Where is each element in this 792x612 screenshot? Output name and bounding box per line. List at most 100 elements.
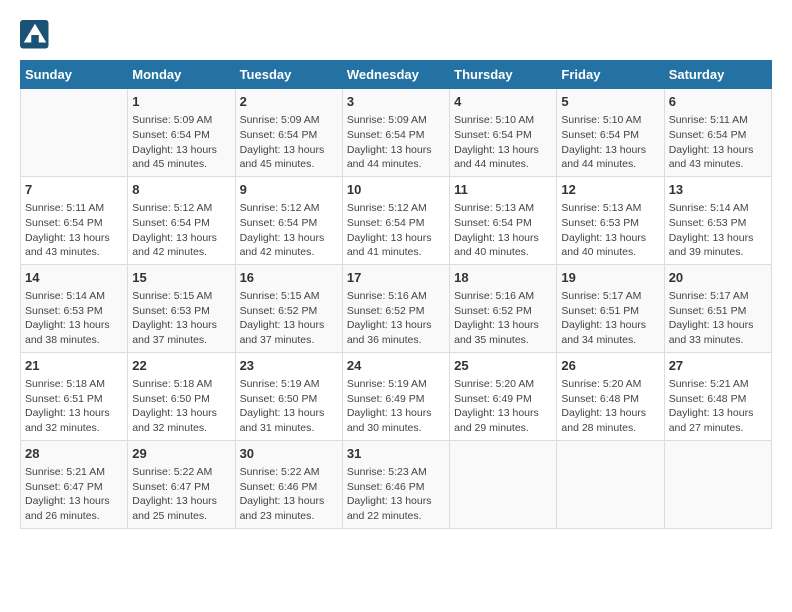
day-number: 4 — [454, 93, 552, 111]
calendar-cell — [21, 89, 128, 177]
day-content: Sunrise: 5:20 AM Sunset: 6:48 PM Dayligh… — [561, 377, 659, 436]
calendar-cell: 13Sunrise: 5:14 AM Sunset: 6:53 PM Dayli… — [664, 176, 771, 264]
day-content: Sunrise: 5:13 AM Sunset: 6:54 PM Dayligh… — [454, 201, 552, 260]
calendar-cell: 3 Sunrise: 5:09 AM Sunset: 6:54 PM Daylig… — [342, 89, 449, 177]
calendar-cell: 15 Sunrise: 5:15 AM Sunset: 6:53 PM Dayli… — [128, 264, 235, 352]
week-row-5: 28 Sunrise: 5:21 AM Sunset: 6:47 PM Dayli… — [21, 440, 772, 528]
header-cell-monday: Monday — [128, 61, 235, 89]
day-number: 29 — [132, 445, 230, 463]
day-number: 14 — [25, 269, 123, 287]
day-content: Sunrise: 5:11 AM Sunset: 6:54 PM Dayligh… — [669, 113, 767, 172]
calendar-header: SundayMondayTuesdayWednesdayThursdayFrid… — [21, 61, 772, 89]
day-number: 7 — [25, 181, 123, 199]
header-cell-friday: Friday — [557, 61, 664, 89]
day-content: Sunrise: 5:10 AM Sunset: 6:54 PM Dayligh… — [561, 113, 659, 172]
day-number: 5 — [561, 93, 659, 111]
day-content: Sunrise: 5:21 AM Sunset: 6:47 PM Dayligh… — [25, 465, 123, 524]
day-number: 12 — [561, 181, 659, 199]
header-cell-wednesday: Wednesday — [342, 61, 449, 89]
day-content: Sunrise: 5:17 AM Sunset: 6:51 PM Dayligh… — [669, 289, 767, 348]
day-content: Sunrise: 5:15 AM Sunset: 6:53 PM Dayligh… — [132, 289, 230, 348]
calendar-cell: 31 Sunrise: 5:23 AM Sunset: 6:46 PM Dayli… — [342, 440, 449, 528]
week-row-4: 21Sunrise: 5:18 AM Sunset: 6:51 PM Dayli… — [21, 352, 772, 440]
calendar-cell: 20 Sunrise: 5:17 AM Sunset: 6:51 PM Dayli… — [664, 264, 771, 352]
page-header — [20, 20, 772, 50]
day-number: 11 — [454, 181, 552, 199]
day-number: 24 — [347, 357, 445, 375]
calendar-cell: 28 Sunrise: 5:21 AM Sunset: 6:47 PM Dayli… — [21, 440, 128, 528]
calendar-cell: 11 Sunrise: 5:13 AM Sunset: 6:54 PM Dayli… — [450, 176, 557, 264]
day-content: Sunrise: 5:19 AM Sunset: 6:49 PM Dayligh… — [347, 377, 445, 436]
calendar-table: SundayMondayTuesdayWednesdayThursdayFrid… — [20, 60, 772, 529]
calendar-cell: 9Sunrise: 5:12 AM Sunset: 6:54 PM Daylig… — [235, 176, 342, 264]
day-number: 6 — [669, 93, 767, 111]
day-number: 31 — [347, 445, 445, 463]
day-content: Sunrise: 5:23 AM Sunset: 6:46 PM Dayligh… — [347, 465, 445, 524]
day-number: 27 — [669, 357, 767, 375]
day-content: Sunrise: 5:14 AM Sunset: 6:53 PM Dayligh… — [25, 289, 123, 348]
calendar-cell: 14 Sunrise: 5:14 AM Sunset: 6:53 PM Dayli… — [21, 264, 128, 352]
calendar-cell: 19 Sunrise: 5:17 AM Sunset: 6:51 PM Dayli… — [557, 264, 664, 352]
calendar-cell — [557, 440, 664, 528]
day-number: 8 — [132, 181, 230, 199]
day-number: 23 — [240, 357, 338, 375]
header-cell-saturday: Saturday — [664, 61, 771, 89]
day-content: Sunrise: 5:10 AM Sunset: 6:54 PM Dayligh… — [454, 113, 552, 172]
calendar-cell: 22 Sunrise: 5:18 AM Sunset: 6:50 PM Dayli… — [128, 352, 235, 440]
day-number: 1 — [132, 93, 230, 111]
day-number: 20 — [669, 269, 767, 287]
day-content: Sunrise: 5:16 AM Sunset: 6:52 PM Dayligh… — [454, 289, 552, 348]
logo-icon — [20, 20, 50, 50]
calendar-cell: 25Sunrise: 5:20 AM Sunset: 6:49 PM Dayli… — [450, 352, 557, 440]
calendar-cell: 2 Sunrise: 5:09 AM Sunset: 6:54 PM Daylig… — [235, 89, 342, 177]
calendar-cell: 26 Sunrise: 5:20 AM Sunset: 6:48 PM Dayli… — [557, 352, 664, 440]
week-row-2: 7 Sunrise: 5:11 AM Sunset: 6:54 PM Daylig… — [21, 176, 772, 264]
day-content: Sunrise: 5:22 AM Sunset: 6:47 PM Dayligh… — [132, 465, 230, 524]
day-content: Sunrise: 5:17 AM Sunset: 6:51 PM Dayligh… — [561, 289, 659, 348]
week-row-1: 1 Sunrise: 5:09 AM Sunset: 6:54 PM Daylig… — [21, 89, 772, 177]
day-content: Sunrise: 5:22 AM Sunset: 6:46 PM Dayligh… — [240, 465, 338, 524]
calendar-cell: 10 Sunrise: 5:12 AM Sunset: 6:54 PM Dayli… — [342, 176, 449, 264]
day-content: Sunrise: 5:11 AM Sunset: 6:54 PM Dayligh… — [25, 201, 123, 260]
day-number: 10 — [347, 181, 445, 199]
day-content: Sunrise: 5:18 AM Sunset: 6:51 PM Dayligh… — [25, 377, 123, 436]
calendar-cell — [450, 440, 557, 528]
header-cell-tuesday: Tuesday — [235, 61, 342, 89]
day-content: Sunrise: 5:18 AM Sunset: 6:50 PM Dayligh… — [132, 377, 230, 436]
header-cell-thursday: Thursday — [450, 61, 557, 89]
calendar-cell: 24 Sunrise: 5:19 AM Sunset: 6:49 PM Dayli… — [342, 352, 449, 440]
calendar-cell: 12 Sunrise: 5:13 AM Sunset: 6:53 PM Dayli… — [557, 176, 664, 264]
day-number: 28 — [25, 445, 123, 463]
day-number: 2 — [240, 93, 338, 111]
day-content: Sunrise: 5:12 AM Sunset: 6:54 PM Dayligh… — [347, 201, 445, 260]
day-content: Sunrise: 5:12 AM Sunset: 6:54 PM Dayligh… — [240, 201, 338, 260]
day-content: Sunrise: 5:09 AM Sunset: 6:54 PM Dayligh… — [240, 113, 338, 172]
day-number: 15 — [132, 269, 230, 287]
day-number: 22 — [132, 357, 230, 375]
day-content: Sunrise: 5:16 AM Sunset: 6:52 PM Dayligh… — [347, 289, 445, 348]
calendar-cell: 16Sunrise: 5:15 AM Sunset: 6:52 PM Dayli… — [235, 264, 342, 352]
day-number: 26 — [561, 357, 659, 375]
header-cell-sunday: Sunday — [21, 61, 128, 89]
day-number: 3 — [347, 93, 445, 111]
week-row-3: 14 Sunrise: 5:14 AM Sunset: 6:53 PM Dayli… — [21, 264, 772, 352]
calendar-cell: 6 Sunrise: 5:11 AM Sunset: 6:54 PM Daylig… — [664, 89, 771, 177]
day-number: 19 — [561, 269, 659, 287]
calendar-cell: 27 Sunrise: 5:21 AM Sunset: 6:48 PM Dayli… — [664, 352, 771, 440]
day-content: Sunrise: 5:21 AM Sunset: 6:48 PM Dayligh… — [669, 377, 767, 436]
day-number: 25 — [454, 357, 552, 375]
calendar-cell: 23Sunrise: 5:19 AM Sunset: 6:50 PM Dayli… — [235, 352, 342, 440]
calendar-cell: 17 Sunrise: 5:16 AM Sunset: 6:52 PM Dayli… — [342, 264, 449, 352]
day-content: Sunrise: 5:13 AM Sunset: 6:53 PM Dayligh… — [561, 201, 659, 260]
calendar-body: 1 Sunrise: 5:09 AM Sunset: 6:54 PM Daylig… — [21, 89, 772, 529]
day-number: 17 — [347, 269, 445, 287]
day-number: 30 — [240, 445, 338, 463]
calendar-cell: 8 Sunrise: 5:12 AM Sunset: 6:54 PM Daylig… — [128, 176, 235, 264]
header-row: SundayMondayTuesdayWednesdayThursdayFrid… — [21, 61, 772, 89]
calendar-cell: 1Sunrise: 5:09 AM Sunset: 6:54 PM Daylig… — [128, 89, 235, 177]
calendar-cell: 30 Sunrise: 5:22 AM Sunset: 6:46 PM Dayli… — [235, 440, 342, 528]
day-content: Sunrise: 5:12 AM Sunset: 6:54 PM Dayligh… — [132, 201, 230, 260]
day-number: 13 — [669, 181, 767, 199]
day-content: Sunrise: 5:09 AM Sunset: 6:54 PM Dayligh… — [347, 113, 445, 172]
logo — [20, 20, 54, 50]
